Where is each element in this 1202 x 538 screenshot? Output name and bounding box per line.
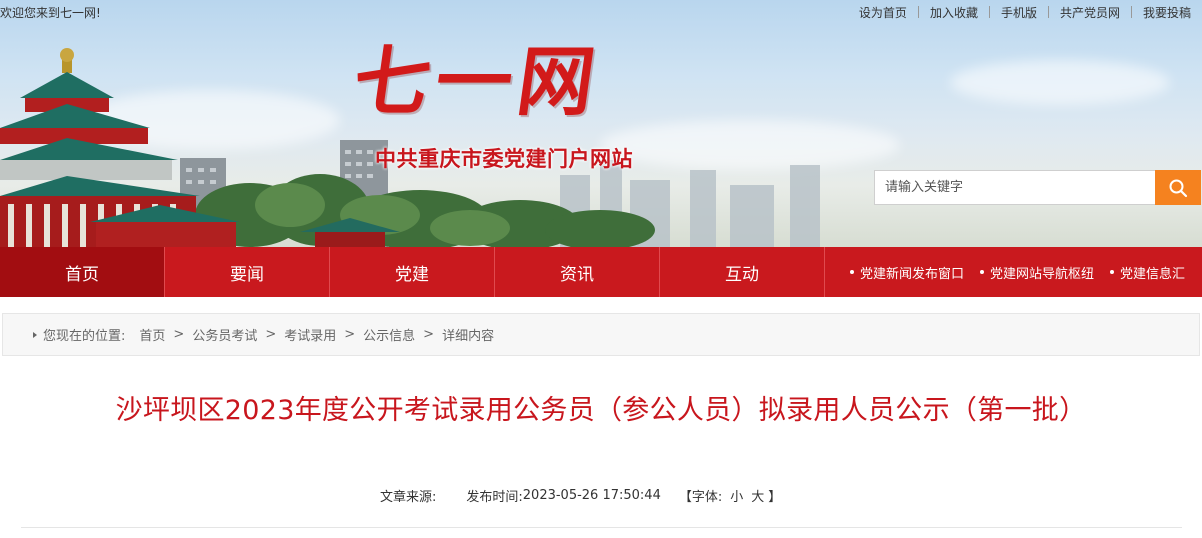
search-box xyxy=(874,170,1201,205)
bullet-icon xyxy=(850,270,854,274)
article-title: 沙坪坝区2023年度公开考试录用公务员（参公人员）拟录用人员公示（第一批） xyxy=(115,395,1087,426)
publish-time-label: 发布时间: xyxy=(466,490,523,505)
font-size-label: 字体: xyxy=(691,490,723,505)
main-nav: 首页 要闻 党建 资讯 互动 党建新闻发布窗口 党建网站导航枢纽 党建信息汇 xyxy=(0,247,1202,297)
font-size-large-button[interactable]: 大 xyxy=(751,486,764,505)
breadcrumb-home[interactable]: 首页 xyxy=(139,325,165,344)
quick-link-label: 党建网站导航枢纽 xyxy=(990,266,1095,282)
search-input[interactable] xyxy=(874,170,1155,205)
breadcrumb-detail: 详细内容 xyxy=(442,329,495,344)
nav-home[interactable]: 首页 xyxy=(0,247,165,297)
quick-link-news-window[interactable]: 党建新闻发布窗口 xyxy=(850,263,964,282)
search-icon xyxy=(1169,179,1188,197)
font-size-open-bracket: 【 xyxy=(678,490,692,505)
submit-article-link[interactable]: 我要投稿 xyxy=(1132,4,1202,21)
breadcrumb-separator: > xyxy=(173,327,185,342)
mobile-version-link[interactable]: 手机版 xyxy=(990,4,1048,21)
breadcrumb: 您现在的位置: 首页 > 公务员考试 > 考试录用 > 公示信息 > 详细内容 xyxy=(2,313,1200,356)
header-banner: 欢迎您来到七一网! 设为首页 加入收藏 手机版 共产党员网 我要投稿 七一网 中… xyxy=(0,0,1202,247)
breadcrumb-civil-service-exam[interactable]: 公务员考试 xyxy=(192,325,257,344)
quick-link-label: 党建信息汇 xyxy=(1120,266,1186,282)
breadcrumb-separator: > xyxy=(344,327,356,342)
breadcrumb-label: 您现在的位置: xyxy=(43,329,126,344)
quick-link-label: 党建新闻发布窗口 xyxy=(860,266,965,282)
site-subtitle: 中共重庆市委党建门户网站 xyxy=(375,146,633,171)
site-logo[interactable]: 七一网 xyxy=(347,20,608,130)
caret-right-icon xyxy=(33,331,37,338)
nav-party-building[interactable]: 党建 xyxy=(330,247,495,297)
bullet-icon xyxy=(1110,270,1115,274)
breadcrumb-separator: > xyxy=(265,327,277,342)
nav-news[interactable]: 要闻 xyxy=(165,247,330,297)
nav-interaction[interactable]: 互动 xyxy=(660,247,825,297)
divider xyxy=(21,527,1182,528)
party-member-net-link[interactable]: 共产党员网 xyxy=(1049,4,1131,21)
welcome-text: 欢迎您来到七一网! xyxy=(0,6,101,20)
quick-link-info-collection[interactable]: 党建信息汇 xyxy=(1110,263,1185,282)
add-favorite-link[interactable]: 加入收藏 xyxy=(919,4,989,21)
bullet-icon xyxy=(980,270,985,274)
breadcrumb-separator: > xyxy=(423,327,435,342)
top-bar: 欢迎您来到七一网! 设为首页 加入收藏 手机版 共产党员网 我要投稿 xyxy=(0,0,1202,22)
top-links: 设为首页 加入收藏 手机版 共产党员网 我要投稿 xyxy=(848,4,1202,21)
search-button[interactable] xyxy=(1155,170,1201,205)
article-source-label: 文章来源: xyxy=(380,490,437,505)
breadcrumb-public-notice[interactable]: 公示信息 xyxy=(363,325,415,344)
nav-information[interactable]: 资讯 xyxy=(495,247,660,297)
set-homepage-link[interactable]: 设为首页 xyxy=(848,4,918,21)
font-size-close-bracket: 】 xyxy=(768,490,782,505)
font-size-small-button[interactable]: 小 xyxy=(730,486,743,505)
article-meta: 文章来源: 发布时间: 2023-05-26 17:50:44 【 字体: 小 … xyxy=(380,486,781,505)
quick-link-site-navigation[interactable]: 党建网站导航枢纽 xyxy=(980,263,1094,282)
breadcrumb-exam-recruitment[interactable]: 考试录用 xyxy=(284,325,336,344)
nav-quick-links: 党建新闻发布窗口 党建网站导航枢纽 党建信息汇 xyxy=(825,247,1202,297)
publish-time: 2023-05-26 17:50:44 xyxy=(522,488,661,503)
